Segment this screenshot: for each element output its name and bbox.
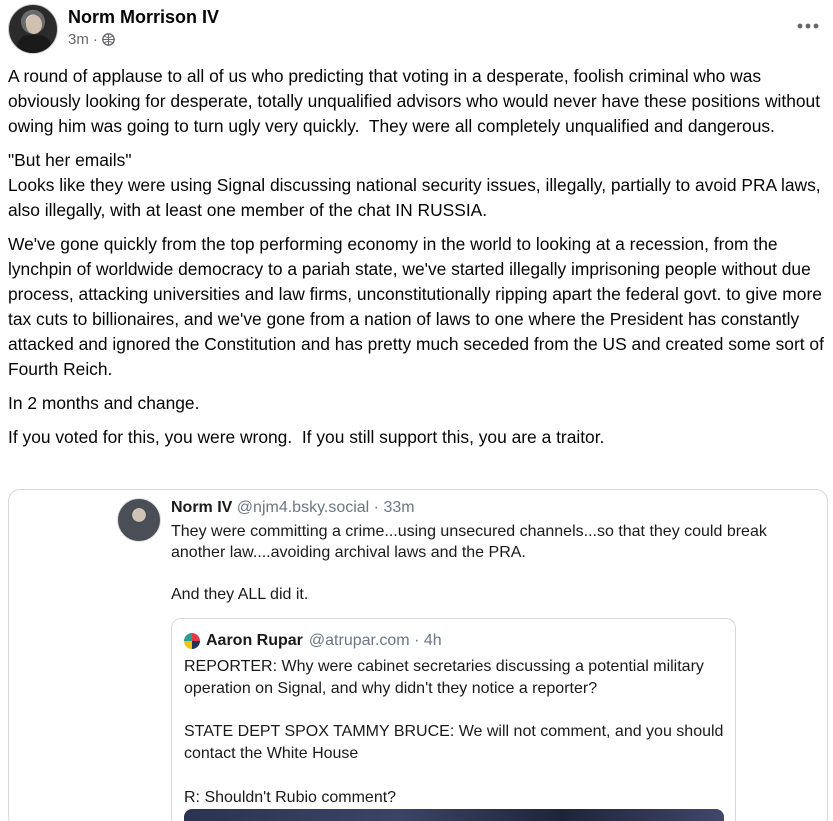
- quoted-header: Aaron Rupar @atrupar.com · 4h: [184, 631, 442, 651]
- quoted-avatar: [184, 633, 200, 649]
- embed-author-handle: @njm4.bsky.social · 33m: [236, 499, 415, 516]
- quoted-post: Aaron Rupar @atrupar.com · 4h REPORTER: …: [171, 618, 736, 821]
- embed-avatar: [117, 498, 161, 542]
- post-paragraph: A round of applause to all of us who pre…: [8, 66, 825, 136]
- post-paragraph: If you voted for this, you were wrong. I…: [8, 427, 605, 447]
- quoted-author-name: Aaron Rupar: [206, 632, 303, 649]
- more-options-button[interactable]: [793, 14, 823, 38]
- author-name[interactable]: Norm Morrison IV: [68, 7, 219, 28]
- avatar-face: [26, 15, 42, 34]
- embedded-post-screenshot[interactable]: Norm IV @njm4.bsky.social · 33m They wer…: [8, 489, 828, 821]
- avatar-shirt: [17, 35, 51, 53]
- post-header: Norm Morrison IV 3m ·: [8, 4, 825, 56]
- embed-author-name: Norm IV: [171, 499, 233, 516]
- author-avatar[interactable]: [8, 4, 58, 54]
- quoted-text: REPORTER: Why were cabinet secretaries d…: [184, 658, 724, 806]
- more-options-icon: [797, 23, 819, 29]
- quoted-author-handle: @atrupar.com · 4h: [308, 632, 442, 649]
- post-time[interactable]: 3m: [68, 31, 89, 48]
- post-meta: 3m ·: [68, 31, 115, 48]
- embed-text: They were committing a crime...using uns…: [171, 523, 767, 603]
- post-paragraph: We've gone quickly from the top performi…: [8, 234, 829, 379]
- post-paragraph: In 2 months and change.: [8, 393, 200, 413]
- post-body: A round of applause to all of us who pre…: [8, 64, 830, 459]
- meta-separator: ·: [92, 31, 98, 48]
- post-paragraph: "But her emails" Looks like they were us…: [8, 150, 821, 220]
- globe-icon[interactable]: [102, 33, 115, 46]
- quoted-video-thumbnail: [184, 809, 724, 821]
- embed-header: Norm IV @njm4.bsky.social · 33m: [171, 498, 415, 518]
